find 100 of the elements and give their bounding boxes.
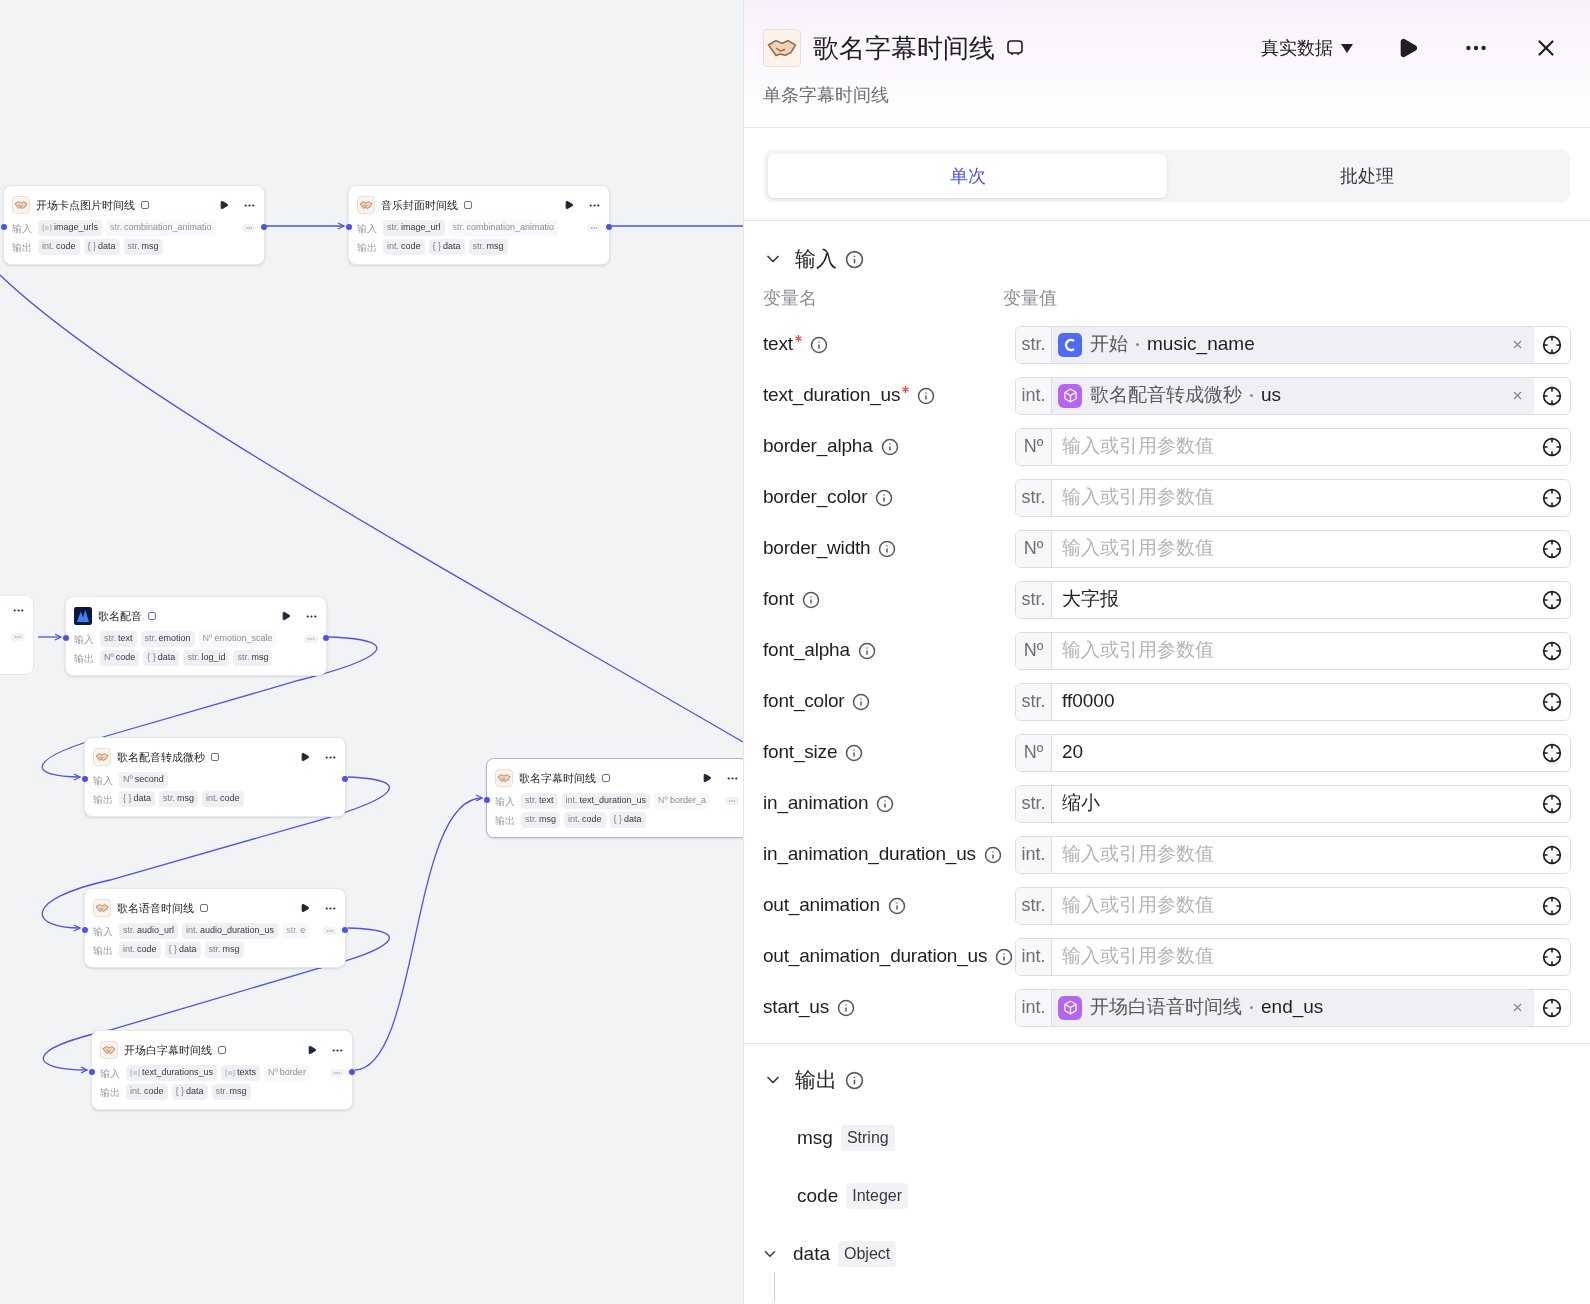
type-label: { } (168, 943, 178, 957)
type-label: str. (127, 240, 140, 254)
param-name: border_color (763, 485, 868, 510)
port-name: msg (141, 240, 159, 254)
workflow-node[interactable]: 开场白字幕时间线 输入 text_durations_us texts Nº border 输出 int. code { } data str. msg (91, 1030, 353, 1110)
value-input[interactable]: 缩小 (1052, 785, 1534, 822)
port-name: text_duration_us (579, 794, 647, 808)
value-input[interactable]: 输入或引用参数值 (1052, 632, 1534, 669)
port-name: msg (251, 651, 269, 665)
port-name: second (134, 773, 164, 787)
reference-field: us (1261, 381, 1282, 410)
param-name: font (763, 587, 794, 612)
type-label: Nº (1016, 428, 1052, 465)
workflow-node[interactable]: 音乐封面时间线 输入 str. image_url str. combination_animatio 输出 int. code { } data str. msg (348, 185, 610, 265)
port-name: combination_animatio (124, 221, 212, 235)
type-label: int. (1016, 989, 1052, 1026)
node-title: 歌名配音转成微秒 (117, 749, 205, 765)
tab[interactable]: 批处理 (1167, 154, 1566, 198)
value-input[interactable]: 20 (1052, 734, 1534, 771)
node-title: 歌名配音 (98, 608, 142, 624)
port-name: audio_url (137, 924, 175, 938)
type-label: int. (1016, 377, 1052, 414)
value-input[interactable]: 输入或引用参数值 (1052, 836, 1534, 873)
port-name: image_url (401, 221, 441, 235)
row-label: 输出 (495, 813, 516, 828)
row-label: 输入 (12, 221, 33, 236)
node-title: 开场白字幕时间线 (124, 1042, 212, 1058)
type-label: int. (1016, 836, 1052, 873)
type-badge: Integer (846, 1183, 908, 1209)
row-label: 输出 (100, 1085, 121, 1100)
port-name: code (220, 792, 240, 806)
value-field[interactable]: Nº 20 (1015, 733, 1571, 772)
node-title: 歌名字幕时间线 (519, 770, 596, 786)
type-label: str. (286, 924, 299, 938)
value-field[interactable]: int. 歌名配音转成微秒 us (1015, 376, 1571, 415)
workflow-node[interactable]: 歌名配音 输入 str. text str. emotion Nº emotion_scale 输出 Nº code { } data str. log_id str. msg (65, 596, 327, 676)
port-name: e (300, 924, 306, 938)
port-name: emotion (158, 632, 191, 646)
param-name: font_alpha (763, 638, 850, 663)
value-input[interactable]: 输入或引用参数值 (1052, 887, 1534, 924)
value-field[interactable]: str. 开始 music_name (1015, 325, 1571, 364)
type-label: str. (1016, 887, 1052, 924)
port-name: msg (177, 792, 195, 806)
type-label: str. (215, 1085, 228, 1099)
row-label: 输出 (93, 943, 114, 958)
type-label: int. (206, 792, 219, 806)
row-label: 输入 (74, 632, 95, 647)
type-label: str. (110, 221, 123, 235)
workflow-node[interactable]: 歌名字幕时间线 输入 str. text int. text_duration_us Nº border_a 输出 str. msg int. code { } data (486, 758, 743, 838)
reference-chip[interactable]: 开始 music_name (1052, 326, 1534, 363)
value-field[interactable]: str. 输入或引用参数值 (1015, 478, 1571, 517)
value-field[interactable]: str. 大字报 (1015, 580, 1571, 619)
type-label: str. (525, 794, 537, 808)
port-name: msg (539, 813, 557, 827)
port-name: combination_animatio (466, 221, 555, 235)
type-label: int. (130, 1085, 142, 1099)
type-label: int. (565, 794, 578, 808)
value-input[interactable]: 输入或引用参数值 (1052, 530, 1534, 567)
column-header: 变量值 (1003, 286, 1057, 310)
value-input[interactable]: ff0000 (1052, 683, 1534, 720)
value-field[interactable]: Nº 输入或引用参数值 (1015, 631, 1571, 670)
value-field[interactable]: str. 输入或引用参数值 (1015, 886, 1571, 925)
value-field[interactable]: Nº 输入或引用参数值 (1015, 427, 1571, 466)
value-field[interactable]: str. 缩小 (1015, 784, 1571, 823)
value-input[interactable]: 大字报 (1052, 581, 1534, 618)
value-field[interactable]: Nº 输入或引用参数值 (1015, 529, 1571, 568)
workflow-node[interactable]: 歌名配音转成微秒 输入 Nº second 输出 { } data str. msg int. code (84, 737, 346, 817)
port-name: data (186, 1085, 204, 1099)
value-field[interactable]: int. 输入或引用参数值 (1015, 937, 1571, 976)
row-label: 输入 (100, 1066, 121, 1081)
param-name: in_animation (763, 791, 869, 816)
value-field[interactable]: str. ff0000 (1015, 682, 1571, 721)
param-name: text (763, 332, 793, 357)
reference-field: end_us (1261, 993, 1324, 1022)
workflow-node[interactable]: 开场卡点图片时间线 输入 image_urls str. combination_animatio 输出 int. code { } data str. msg (3, 185, 265, 265)
data-mode-dropdown[interactable]: 真实数据 (1261, 34, 1353, 62)
workflow-node[interactable]: 歌名语音时间线 输入 str. audio_url int. audio_duration_us str. e 输出 int. code { } data str. msg (84, 888, 346, 968)
port-name: data (98, 240, 116, 254)
value-input[interactable]: 输入或引用参数值 (1052, 428, 1534, 465)
value-input[interactable]: 输入或引用参数值 (1052, 938, 1534, 975)
port-name: code (582, 813, 602, 827)
output-name: data (793, 1241, 830, 1266)
type-label: str. (1016, 581, 1052, 618)
param-name: in_animation_duration_us (763, 842, 976, 867)
value-input[interactable]: 输入或引用参数值 (1052, 479, 1534, 516)
reference-chip[interactable]: 开场白语音时间线 end_us (1052, 989, 1534, 1026)
type-label: str. (144, 632, 157, 646)
value-field[interactable]: int. 开场白语音时间线 end_us (1015, 988, 1571, 1027)
row-label: 输入 (93, 924, 114, 939)
tab[interactable]: 单次 (768, 154, 1167, 198)
port-name: text (539, 794, 554, 808)
value-field[interactable]: int. 输入或引用参数值 (1015, 835, 1571, 874)
type-label: str. (525, 813, 537, 827)
row-label: 输入 (93, 773, 114, 788)
node-title: 开场卡点图片时间线 (36, 197, 135, 213)
reference-chip[interactable]: 歌名配音转成微秒 us (1052, 377, 1534, 414)
type-label: { } (432, 240, 442, 254)
reference-source: 开场白语音时间线 (1090, 995, 1242, 1020)
row-label: 输入 (357, 221, 378, 236)
param-name: start_us (763, 995, 829, 1020)
